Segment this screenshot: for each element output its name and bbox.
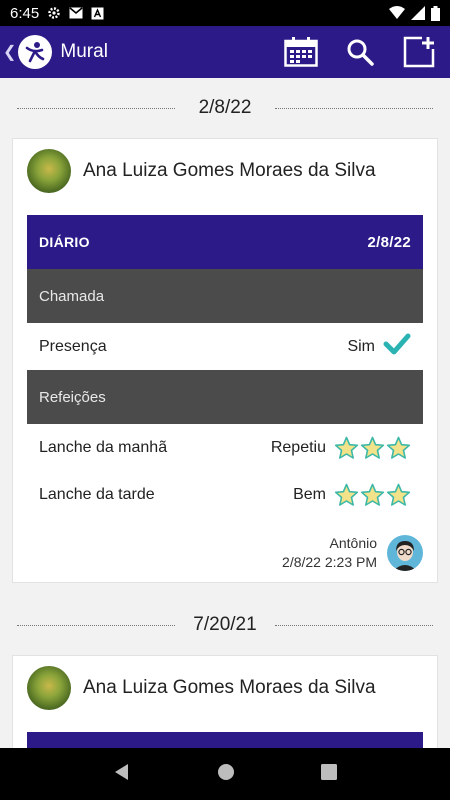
accessibility-icon	[91, 7, 104, 20]
star-rating	[334, 483, 411, 507]
signal-icon	[411, 6, 425, 20]
star-icon	[334, 483, 359, 506]
post-card[interactable]: Ana Luiza Gomes Moraes da Silva DIÁRIO 2…	[12, 138, 438, 583]
battery-icon	[431, 5, 440, 21]
post-timestamp: 2/8/22 2:23 PM	[282, 554, 377, 570]
new-post-icon[interactable]	[402, 35, 436, 69]
system-nav-bar	[0, 748, 450, 800]
diary-date: 2/8/22	[367, 233, 411, 251]
diary-header	[27, 732, 423, 748]
back-chevron-icon[interactable]: ❮	[3, 42, 16, 62]
student-name: Ana Luiza Gomes Moraes da Silva	[83, 677, 376, 698]
diary-item-lanche-tarde: Lanche da tarde Bem	[27, 471, 423, 518]
section-title: Chamada	[39, 287, 105, 305]
nav-back-icon[interactable]	[113, 763, 131, 786]
date-separator: 7/20/21	[0, 595, 450, 655]
student-name: Ana Luiza Gomes Moraes da Silva	[83, 160, 376, 181]
section-title: Refeições	[39, 388, 106, 406]
diary-header: DIÁRIO 2/8/22	[27, 215, 423, 269]
nav-recents-icon[interactable]	[321, 763, 337, 785]
app-logo[interactable]	[18, 35, 53, 69]
wifi-icon	[389, 6, 405, 20]
star-icon	[334, 436, 359, 459]
post-header: Ana Luiza Gomes Moraes da Silva	[27, 656, 423, 720]
post-footer: Antônio 2/8/22 2:23 PM	[27, 518, 423, 582]
calendar-icon[interactable]	[284, 37, 318, 67]
nav-home-icon[interactable]	[217, 763, 235, 786]
section-refeicoes: Refeições	[27, 370, 423, 424]
item-value: Repetiu	[270, 438, 326, 456]
divider	[17, 108, 175, 109]
divider	[275, 108, 433, 109]
search-icon[interactable]	[346, 38, 374, 66]
diary-item-lanche-manha: Lanche da manhã Repetiu	[27, 424, 423, 471]
section-chamada: Chamada	[27, 269, 423, 323]
star-icon	[386, 483, 411, 506]
diary-label: DIÁRIO	[39, 234, 90, 250]
check-icon	[383, 332, 411, 361]
status-time: 6:45	[10, 4, 40, 22]
star-icon	[360, 436, 385, 459]
student-avatar	[27, 666, 71, 710]
settings-icon	[47, 6, 61, 20]
star-rating	[334, 436, 411, 460]
mural-feed[interactable]: 2/8/22 Ana Luiza Gomes Moraes da Silva D…	[0, 78, 450, 748]
student-avatar	[27, 149, 71, 193]
item-value: Bem	[293, 485, 326, 503]
post-header: Ana Luiza Gomes Moraes da Silva	[27, 139, 423, 203]
status-bar: 6:45	[0, 0, 450, 26]
date-separator-label: 2/8/22	[188, 97, 262, 119]
page-title: Mural	[60, 41, 108, 62]
divider	[275, 625, 433, 626]
author-name: Antônio	[329, 535, 377, 551]
item-label: Lanche da manhã	[39, 438, 168, 456]
item-label: Presença	[39, 337, 107, 355]
star-icon	[360, 483, 385, 506]
app-bar: ❮ Mural	[0, 26, 450, 78]
gmail-icon	[69, 7, 83, 19]
date-separator-label: 7/20/21	[183, 614, 267, 636]
star-icon	[386, 436, 411, 459]
author-avatar[interactable]	[387, 535, 423, 571]
item-label: Lanche da tarde	[39, 485, 155, 503]
divider	[17, 625, 175, 626]
date-separator: 2/8/22	[0, 78, 450, 138]
item-value: Sim	[347, 337, 375, 355]
diary-item-presenca: Presença Sim	[27, 323, 423, 370]
post-card[interactable]: Ana Luiza Gomes Moraes da Silva	[12, 655, 438, 748]
